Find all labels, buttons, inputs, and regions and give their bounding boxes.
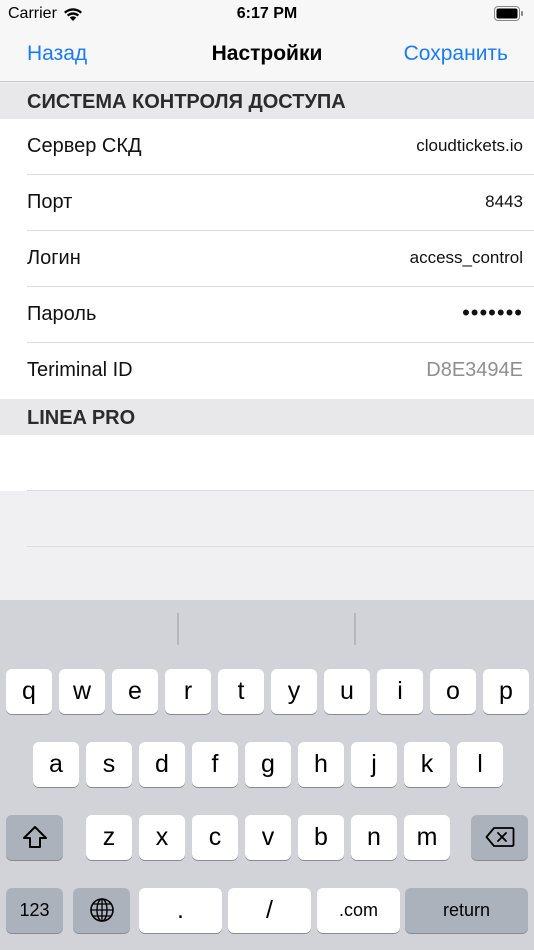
back-button[interactable]: Назад — [27, 42, 87, 66]
key-g[interactable]: g — [245, 742, 291, 787]
server-value[interactable]: cloudtickets.io — [223, 136, 523, 156]
save-button[interactable]: Сохранить — [404, 42, 508, 66]
row-label: Сервер СКД — [27, 135, 142, 157]
battery-icon — [494, 6, 524, 26]
key-y[interactable]: y — [271, 669, 317, 714]
key-o[interactable]: o — [430, 669, 476, 714]
key-x[interactable]: x — [139, 815, 185, 860]
row-separator — [27, 490, 534, 491]
row-label: Пароль — [27, 303, 97, 325]
navigation-bar: Назад Настройки Сохранить — [0, 28, 534, 82]
settings-row-login[interactable]: Логин access_control — [0, 231, 534, 287]
backspace-icon — [485, 827, 514, 847]
port-value[interactable]: 8443 — [223, 192, 523, 212]
settings-row-password[interactable]: Пароль ••••••• — [0, 287, 534, 343]
settings-row-port[interactable]: Порт 8443 — [0, 175, 534, 231]
key-a[interactable]: a — [33, 742, 79, 787]
settings-row-server[interactable]: Сервер СКД cloudtickets.io — [0, 119, 534, 175]
dotcom-key[interactable]: .com — [317, 888, 400, 933]
row-label: Логин — [27, 247, 81, 269]
key-t[interactable]: t — [218, 669, 264, 714]
key-v[interactable]: v — [245, 815, 291, 860]
key-f[interactable]: f — [192, 742, 238, 787]
row-separator — [27, 546, 534, 547]
shift-key[interactable] — [6, 815, 63, 860]
key-w[interactable]: w — [59, 669, 105, 714]
section-header-access-control: СИСТЕМА КОНТРОЛЯ ДОСТУПА — [0, 83, 534, 119]
globe-key[interactable] — [73, 888, 130, 933]
key-u[interactable]: u — [324, 669, 370, 714]
slash-key[interactable]: / — [228, 888, 311, 933]
key-i[interactable]: i — [377, 669, 423, 714]
key-m[interactable]: m — [404, 815, 450, 860]
backspace-key[interactable] — [471, 815, 528, 860]
shift-icon — [22, 826, 47, 848]
section-header-linea-pro: LINEA PRO — [0, 399, 534, 435]
settings-row-terminal-id[interactable]: Teriminal ID D8E3494E — [0, 343, 534, 399]
key-k[interactable]: k — [404, 742, 450, 787]
key-b[interactable]: b — [298, 815, 344, 860]
dot-key[interactable]: . — [139, 888, 222, 933]
terminal-id-value[interactable]: D8E3494E — [223, 359, 523, 382]
suggestion-divider — [177, 613, 179, 645]
password-value[interactable]: ••••••• — [223, 300, 523, 326]
suggestion-divider — [354, 613, 356, 645]
key-l[interactable]: l — [457, 742, 503, 787]
key-d[interactable]: d — [139, 742, 185, 787]
key-n[interactable]: n — [351, 815, 397, 860]
key-r[interactable]: r — [165, 669, 211, 714]
row-label: Порт — [27, 191, 73, 213]
return-key[interactable]: return — [405, 888, 528, 933]
key-p[interactable]: p — [483, 669, 529, 714]
numbers-key[interactable]: 123 — [6, 888, 63, 933]
status-time: 6:17 PM — [236, 5, 298, 22]
key-j[interactable]: j — [351, 742, 397, 787]
login-value[interactable]: access_control — [223, 248, 523, 268]
row-label: Teriminal ID — [27, 359, 133, 381]
key-s[interactable]: s — [86, 742, 132, 787]
key-q[interactable]: q — [6, 669, 52, 714]
settings-row-empty[interactable] — [0, 435, 534, 491]
status-bar: Carrier 6:17 PM — [0, 0, 534, 28]
key-h[interactable]: h — [298, 742, 344, 787]
key-e[interactable]: e — [112, 669, 158, 714]
key-z[interactable]: z — [86, 815, 132, 860]
key-c[interactable]: c — [192, 815, 238, 860]
globe-icon — [89, 898, 114, 922]
